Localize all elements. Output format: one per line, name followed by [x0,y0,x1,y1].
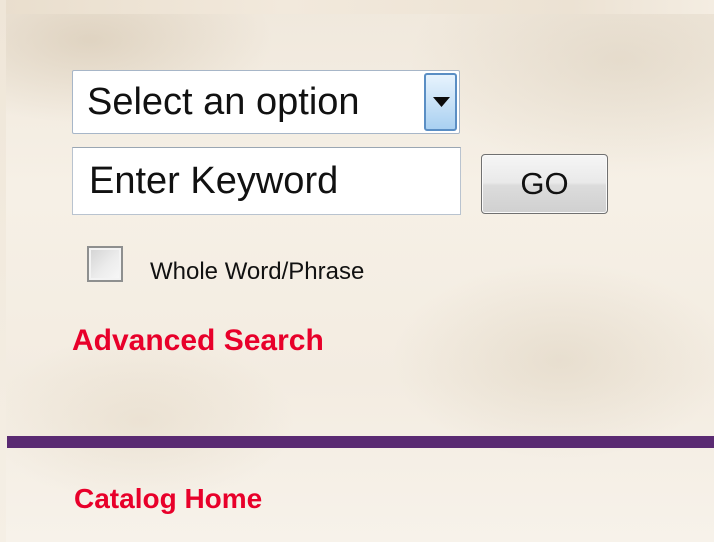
chevron-down-icon [433,97,450,107]
section-divider [7,436,714,448]
whole-word-label: Whole Word/Phrase [150,258,365,285]
advanced-search-link[interactable]: Advanced Search [72,323,324,359]
search-field-select[interactable]: Select an option [72,70,460,134]
go-button[interactable]: GO [481,154,608,214]
dropdown-button[interactable] [424,73,457,131]
whole-word-checkbox[interactable] [87,246,123,282]
top-background-strip [0,0,714,14]
left-background-strip [0,0,6,542]
select-value: Select an option [87,81,360,123]
keyword-input[interactable] [72,147,461,215]
catalog-home-link[interactable]: Catalog Home [74,481,262,517]
